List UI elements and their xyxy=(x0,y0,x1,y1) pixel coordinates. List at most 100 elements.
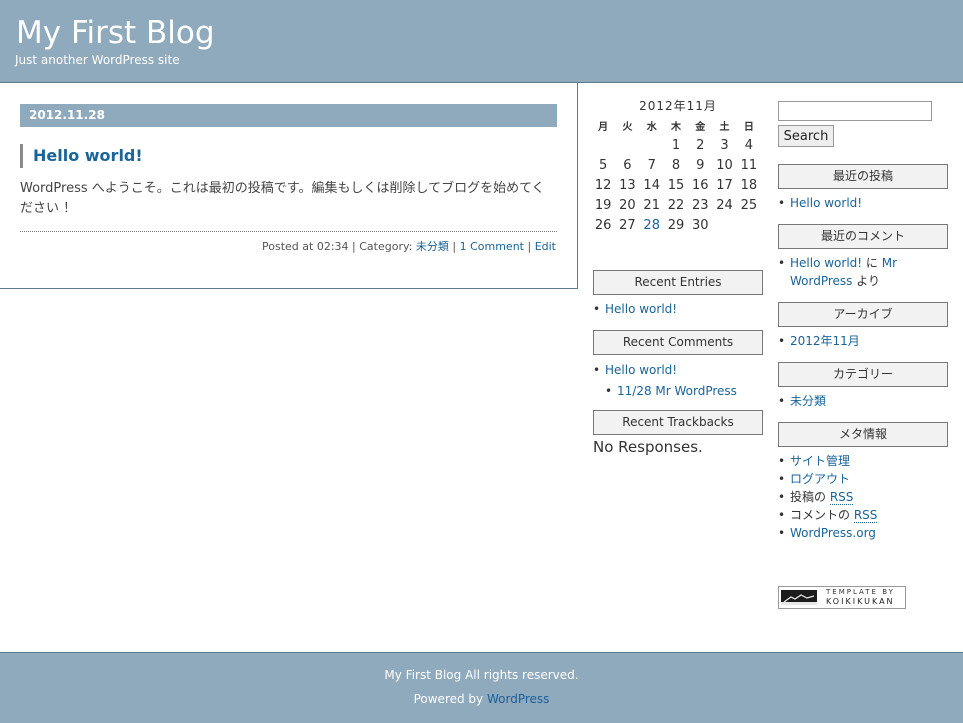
post-category-link[interactable]: 未分類 xyxy=(416,240,449,253)
calendar-day: 1 xyxy=(671,137,681,153)
categories-widget: カテゴリー 未分類 xyxy=(778,362,948,410)
posts-rss-link[interactable]: RSS xyxy=(829,490,854,505)
calendar-day: 7 xyxy=(647,157,656,173)
calendar-weekdays: 月火水木金土日 xyxy=(591,115,761,135)
calendar-day: 22 xyxy=(667,197,685,213)
categories-list: 未分類 xyxy=(778,392,948,410)
post-meta-sep: | xyxy=(448,240,460,253)
latest-posts-widget: 最近の投稿 Hello world! xyxy=(778,164,948,212)
wordpress-link[interactable]: WordPress xyxy=(487,692,549,706)
latest-comment-on: に xyxy=(862,256,882,270)
calendar-weekday: 月 xyxy=(598,121,609,133)
calendar-day: 19 xyxy=(594,197,612,213)
latest-posts-list: Hello world! xyxy=(778,194,948,212)
list-item: Hello world! に Mr WordPress より xyxy=(778,254,948,290)
post-title-wrap: Hello world! xyxy=(20,144,143,168)
calendar-day: 28 xyxy=(640,215,664,235)
calendar-day: 15 xyxy=(667,177,685,193)
calendar-day xyxy=(737,215,761,235)
latest-comment-post-link[interactable]: Hello world! xyxy=(790,256,862,270)
category-link[interactable]: 未分類 xyxy=(790,394,826,408)
calendar-day: 29 xyxy=(667,217,685,233)
calendar-day xyxy=(712,215,736,235)
calendar-weekday: 日 xyxy=(743,121,754,133)
recent-comments-list: Hello world! 11/28 Mr WordPress xyxy=(593,360,763,402)
recent-entry-link[interactable]: Hello world! xyxy=(605,302,677,316)
search-input[interactable] xyxy=(778,101,932,121)
calendar-day xyxy=(591,135,615,155)
calendar-week: 19 20 21 22 23 24 25 xyxy=(591,195,761,215)
calendar-day: 13 xyxy=(619,177,636,193)
posts-rss-prefix: 投稿の xyxy=(790,490,830,504)
calendar-day-link[interactable]: 28 xyxy=(643,218,660,233)
footer-powered: Powered by WordPress xyxy=(0,692,963,706)
comments-rss-link[interactable]: RSS xyxy=(853,508,878,523)
post-body: WordPress へようこそ。これは最初の投稿です。編集もしくは削除してブログ… xyxy=(20,181,545,216)
post-meta-sep: | xyxy=(523,240,535,253)
calendar-week: 1234 xyxy=(591,135,761,155)
recent-comment-post-link[interactable]: Hello world! xyxy=(605,363,677,377)
comments-rss-prefix: コメントの xyxy=(790,508,854,522)
meta-title: メタ情報 xyxy=(778,422,948,447)
latest-posts-title: 最近の投稿 xyxy=(778,164,948,189)
calendar-day: 6 xyxy=(623,157,632,173)
list-item: Hello world! xyxy=(593,300,763,318)
site-title[interactable]: My First Blog xyxy=(16,15,215,51)
calendar-day: 14 xyxy=(643,177,660,193)
calendar-day: 17 xyxy=(716,177,733,193)
main-content: 2012.11.28 Hello world! WordPress へようこそ。… xyxy=(0,83,578,289)
recent-entries-widget: Recent Entries Hello world! xyxy=(593,270,763,318)
recent-comment-link[interactable]: 11/28 Mr WordPress xyxy=(617,384,737,398)
calendar-day: 24 xyxy=(716,197,733,213)
calendar-week: 5 6 7 8 9 10 11 xyxy=(591,155,761,175)
post-date: 2012.11.28 xyxy=(20,104,557,127)
recent-comments-widget: Recent Comments Hello world! 11/28 Mr Wo… xyxy=(593,330,763,402)
no-responses-text: No Responses. xyxy=(593,438,703,456)
site-description: Just another WordPress site xyxy=(15,53,180,67)
sidebar-left: 2012年11月 月火水木金土日 1 2 3 4 5 6 7 8 9 10 11 12 13 14 15 16… xyxy=(593,97,763,456)
latest-comments-widget: 最近のコメント Hello world! に Mr WordPress より xyxy=(778,224,948,290)
latest-comments-list: Hello world! に Mr WordPress より xyxy=(778,254,948,290)
list-item: 投稿の RSS xyxy=(778,488,948,506)
list-item: ログアウト xyxy=(778,470,948,488)
search-form: Search xyxy=(778,101,948,147)
list-item: サイト管理 xyxy=(778,452,948,470)
calendar-day: 10 xyxy=(716,157,733,173)
archive-link[interactable]: 2012年11月 xyxy=(790,334,860,348)
calendar-day: 3 xyxy=(720,137,729,153)
calendar-week: 26 27 28 29 30 xyxy=(591,215,761,235)
calendar-day: 25 xyxy=(740,197,758,213)
calendar-day: 5 xyxy=(599,157,608,173)
list-item: コメントの RSS xyxy=(778,506,948,524)
calendar-day xyxy=(640,135,664,155)
calendar-day: 4 xyxy=(744,137,753,153)
calendar-table: 月火水木金土日 1 2 3 4 5 6 7 8 9 10 11 12 13 14 15 16 17 18 19 20 2… xyxy=(591,115,761,235)
latest-comment-suffix: より xyxy=(852,274,881,288)
post-edit-link[interactable]: Edit xyxy=(535,240,556,253)
post-title-link[interactable]: Hello world! xyxy=(33,146,143,165)
calendar-day: 12 xyxy=(594,177,612,193)
template-badge[interactable]: TEMPLATE BY KOIKIKUKAN xyxy=(778,586,906,609)
post-separator xyxy=(20,231,557,232)
categories-title: カテゴリー xyxy=(778,362,948,387)
calendar-weekday: 金 xyxy=(695,121,706,133)
calendar-day: 9 xyxy=(696,157,705,173)
logout-link[interactable]: ログアウト xyxy=(790,472,850,486)
sidebar-right: Search 最近の投稿 Hello world! 最近のコメント Hello … xyxy=(778,101,948,542)
list-item: 未分類 xyxy=(778,392,948,410)
recent-trackbacks-widget: Recent Trackbacks No Responses. xyxy=(593,410,763,456)
list-item: WordPress.org xyxy=(778,524,948,542)
search-button[interactable]: Search xyxy=(778,125,834,147)
calendar-day: 18 xyxy=(740,177,758,193)
calendar-day: 20 xyxy=(619,197,636,213)
calendar-day: 8 xyxy=(671,157,681,173)
post-comments-link[interactable]: 1 Comment xyxy=(460,240,524,253)
site-header: My First Blog Just another WordPress sit… xyxy=(0,0,963,83)
archives-title: アーカイブ xyxy=(778,302,948,327)
wordpress-org-link[interactable]: WordPress.org xyxy=(790,526,876,540)
latest-post-link[interactable]: Hello world! xyxy=(790,196,862,210)
site-admin-link[interactable]: サイト管理 xyxy=(790,454,850,468)
post-meta-posted: Posted at 02:34 | Category: xyxy=(262,240,416,253)
calendar-day: 21 xyxy=(643,197,660,213)
meta-list: サイト管理 ログアウト 投稿の RSS コメントの RSS WordPress.… xyxy=(778,452,948,542)
